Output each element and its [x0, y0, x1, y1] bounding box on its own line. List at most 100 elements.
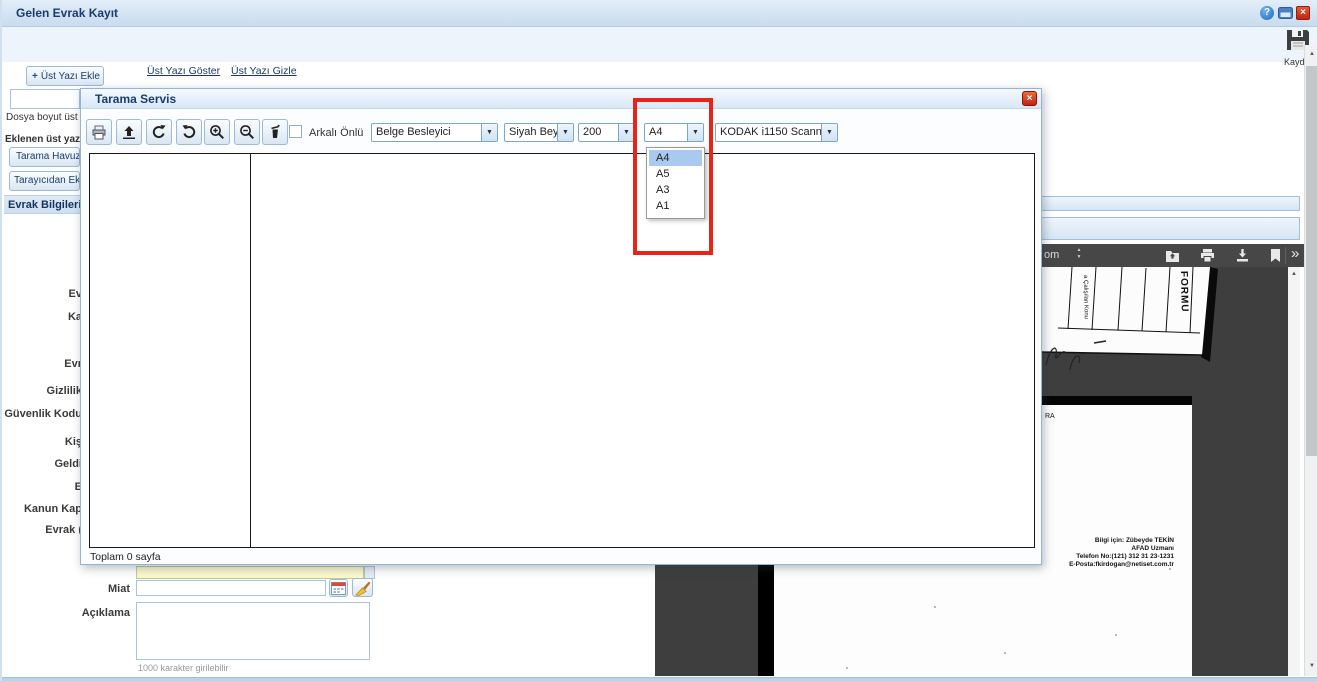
scan-page1: FORMU a Çalışılan Konu — [1038, 267, 1250, 373]
scan-upload-button[interactable] — [116, 119, 142, 145]
bookmark-icon[interactable] — [1269, 248, 1281, 263]
zoom-in-icon — [209, 124, 225, 140]
help-icon[interactable]: ? — [1260, 6, 1274, 20]
zoom-out-icon — [239, 124, 255, 140]
form-label: Evr — [0, 358, 82, 370]
page-scrollbar[interactable]: ▲ ▼ — [1304, 45, 1317, 676]
print-icon[interactable] — [1199, 248, 1215, 263]
page-header: Gelen Evrak Kayıt ? × — [2, 0, 1317, 27]
zoom-select[interactable]: om — [1044, 249, 1059, 261]
section-header-evrak-bilgileri: Evrak Bilgileri — [4, 195, 80, 214]
rotate-ccw-icon — [181, 124, 197, 140]
option-a4[interactable]: A4 — [649, 150, 702, 166]
add-cover-letter-button[interactable]: + Üst Yazı Ekle — [26, 66, 104, 86]
scan-form-title: FORMU — [1178, 271, 1190, 313]
paper-size-dropdown[interactable]: A4 ▼ — [644, 123, 704, 142]
scan-page2-corner-text: RA — [1045, 413, 1055, 420]
form-label: Gizlilik — [0, 385, 82, 397]
miat-input[interactable] — [136, 580, 326, 596]
cover-letter-field[interactable] — [10, 89, 80, 109]
page-count-label: Toplam 0 sayfa — [90, 551, 161, 563]
rotate-ccw-button[interactable] — [176, 119, 202, 145]
zoom-in-button[interactable] — [204, 119, 230, 145]
scrollbar-thumb[interactable] — [1306, 66, 1317, 456]
delete-page-button[interactable] — [262, 119, 288, 145]
paper-size-value: A4 — [645, 124, 687, 141]
added-cover-letter-label: Eklenen üst yazı : — [5, 134, 82, 145]
scan-speck — [1169, 568, 1171, 570]
tarama-servis-dialog: Tarama Servis × Arkalı Önlü Belge Bes — [80, 88, 1042, 565]
form-label: Kanun Kap — [0, 503, 82, 515]
scan-form-side-text: a Çalışılan Konu — [1082, 275, 1089, 319]
zoom-spinner[interactable]: ▲ ▼ — [1074, 247, 1084, 261]
calendar-button[interactable] — [329, 579, 348, 597]
handwriting-scribble — [1070, 356, 1080, 370]
scan-print-button[interactable] — [86, 119, 112, 145]
dpi-dropdown[interactable]: 200 ▼ — [578, 123, 635, 142]
feeder-value: Belge Besleyici — [372, 124, 481, 141]
form-label: Evrak ( — [0, 524, 82, 536]
dialog-close-icon[interactable]: × — [1022, 91, 1037, 106]
close-icon[interactable]: × — [1296, 6, 1310, 20]
viewer-scroll-up-icon[interactable]: ▲ — [1288, 271, 1300, 277]
aciklama-hint: 1000 karakter girilebilir — [138, 663, 229, 673]
chevron-down-icon[interactable]: ▼ — [557, 124, 573, 141]
miat-label: Miat — [10, 583, 130, 595]
duplex-checkbox-label: Arkalı Önlü — [309, 127, 363, 139]
option-a1[interactable]: A1 — [649, 198, 702, 214]
screen-icon[interactable] — [1278, 7, 1293, 19]
clear-date-button[interactable] — [352, 578, 373, 597]
chevron-down-icon[interactable]: ▼ — [481, 124, 497, 141]
form-label: Geldi — [0, 458, 82, 470]
scan-speck — [1115, 634, 1117, 636]
app-window: Gelen Evrak Kayıt ? × Kaydet + Üst Yazı … — [0, 0, 1317, 681]
more-tools-icon[interactable]: » — [1291, 245, 1299, 262]
spinner-down-icon: ▼ — [1077, 254, 1082, 260]
chevron-down-icon[interactable]: ▼ — [618, 124, 634, 141]
aciklama-textarea[interactable] — [136, 602, 370, 660]
aciklama-label: Açıklama — [10, 607, 130, 619]
rotate-cw-button[interactable] — [146, 119, 172, 145]
hide-cover-letter-link[interactable]: Üst Yazı Gizle — [231, 65, 297, 77]
form-label: Ev — [0, 288, 82, 300]
form-label: Kiş — [0, 436, 82, 448]
zoom-out-button[interactable] — [234, 119, 260, 145]
feeder-dropdown[interactable]: Belge Besleyici ▼ — [371, 123, 498, 142]
dialog-titlebar[interactable]: Tarama Servis × — [81, 89, 1041, 109]
rotate-cw-icon — [151, 124, 167, 140]
scan-pool-button[interactable]: Tarama Havuzund — [9, 147, 80, 167]
screen-icon-glyph — [1278, 7, 1293, 19]
dialog-title: Tarama Servis — [95, 92, 176, 106]
color-mode-dropdown[interactable]: Siyah Beyaz ▼ — [504, 123, 574, 142]
scan-speck — [1004, 652, 1006, 654]
broom-icon — [354, 580, 371, 596]
spinner-up-icon: ▲ — [1077, 247, 1082, 253]
viewer-scrollbar[interactable]: ▲ — [1288, 267, 1300, 676]
scanner-dropdown[interactable]: KODAK i1150 Scanner ▼ — [715, 123, 838, 142]
upload-icon — [121, 125, 137, 140]
add-from-scanner-button[interactable]: Tarayıcıdan Ekle ( — [9, 171, 80, 191]
option-a3[interactable]: A3 — [649, 182, 702, 198]
calendar-icon — [331, 581, 346, 595]
toolbar-band — [2, 27, 1317, 62]
window-bottom-border — [2, 677, 1317, 681]
scan-preview-area — [89, 153, 1035, 548]
scroll-down-icon[interactable]: ▼ — [1305, 663, 1317, 669]
option-a5[interactable]: A5 — [649, 166, 702, 182]
color-mode-value: Siyah Beyaz — [505, 124, 557, 141]
toolbar-divider — [1285, 247, 1286, 264]
open-file-icon[interactable] — [1164, 248, 1180, 263]
scan-speck — [934, 606, 936, 608]
form-label: Güvenlik Kodu — [0, 408, 82, 420]
dpi-value: 200 — [579, 124, 618, 141]
show-cover-letter-link[interactable]: Üst Yazı Göster — [147, 65, 220, 77]
duplex-checkbox[interactable] — [289, 125, 302, 138]
chevron-down-icon[interactable]: ▼ — [687, 124, 703, 141]
highlighted-field[interactable] — [136, 566, 364, 579]
scroll-up-icon[interactable]: ▲ — [1305, 51, 1317, 57]
form-label: E — [0, 481, 82, 493]
scanner-value: KODAK i1150 Scanner — [716, 124, 821, 141]
download-icon[interactable] — [1234, 248, 1250, 263]
chevron-down-icon[interactable]: ▼ — [821, 124, 837, 141]
file-limit-label: Dosya boyut üst lim — [6, 112, 82, 123]
